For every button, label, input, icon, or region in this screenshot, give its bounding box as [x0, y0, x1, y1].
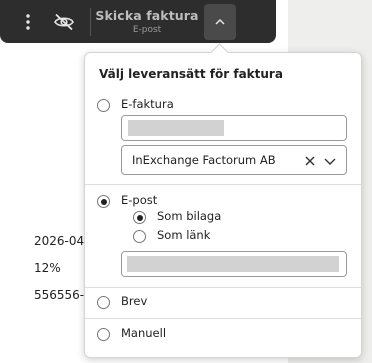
- more-options-button[interactable]: [18, 0, 38, 43]
- background-percent: 12%: [34, 261, 61, 275]
- manuell-radio[interactable]: [97, 328, 110, 341]
- eye-off-icon: [54, 13, 74, 30]
- efaktura-label: E-faktura: [121, 97, 174, 111]
- background-org-number: 556556-: [34, 288, 85, 302]
- chevron-down-icon: [324, 158, 336, 165]
- kebab-menu-icon: [26, 13, 30, 30]
- send-invoice-button[interactable]: Skicka faktura E-post: [92, 0, 202, 43]
- open-dropdown-button[interactable]: [322, 146, 338, 176]
- chevron-up-icon: [215, 19, 225, 25]
- option-separator: [85, 318, 361, 319]
- send-invoice-label: Skicka faktura: [95, 8, 199, 23]
- delivery-method-toggle[interactable]: [204, 4, 236, 40]
- send-method-label: E-post: [132, 25, 162, 35]
- redacted-value: [128, 120, 224, 136]
- brev-label: Brev: [121, 294, 148, 308]
- som-lank-label: Som länk: [157, 228, 211, 242]
- clear-selection-button[interactable]: [302, 146, 318, 176]
- close-icon: [305, 156, 315, 166]
- redacted-value: [127, 256, 339, 272]
- efaktura-provider-value: InExchange Factorum AB: [132, 153, 276, 167]
- som-lank-radio[interactable]: [133, 230, 146, 243]
- hide-preview-button[interactable]: [50, 0, 78, 43]
- efaktura-address-input[interactable]: [121, 115, 347, 141]
- option-separator: [85, 287, 361, 288]
- efaktura-provider-select[interactable]: InExchange Factorum AB: [121, 145, 347, 175]
- epost-label: E-post: [121, 193, 158, 207]
- som-bilaga-radio[interactable]: [133, 211, 146, 224]
- manuell-label: Manuell: [121, 326, 167, 340]
- option-separator: [85, 184, 361, 185]
- efaktura-radio[interactable]: [97, 99, 110, 112]
- invoice-toolbar: Skicka faktura E-post: [0, 0, 276, 43]
- background-date: 2026-04-: [34, 234, 89, 248]
- toolbar-divider: [90, 8, 91, 36]
- popover-title: Välj leveransätt för faktura: [99, 67, 283, 81]
- delivery-method-popover: Välj leveransätt för faktura E-faktura I…: [84, 52, 362, 358]
- epost-radio[interactable]: [97, 195, 110, 208]
- som-bilaga-label: Som bilaga: [157, 209, 222, 223]
- brev-radio[interactable]: [97, 296, 110, 309]
- epost-address-input[interactable]: [121, 251, 347, 277]
